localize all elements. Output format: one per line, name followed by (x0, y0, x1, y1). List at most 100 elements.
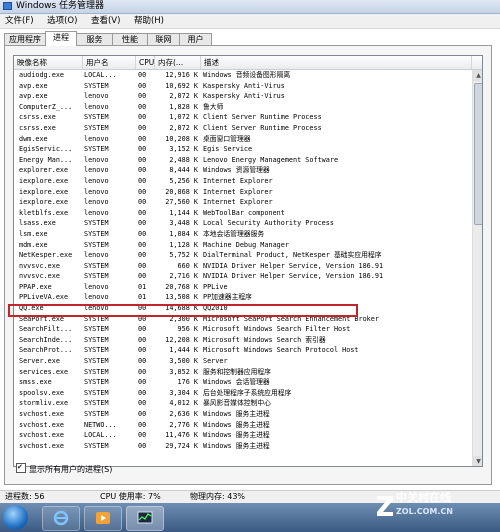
process-row[interactable]: lsm.exe SYSTEM 00 1,084 K 本地会话管理器服务 (14, 229, 472, 240)
process-row[interactable]: kletblfs.exe lenovo 00 1,144 K WebToolBar co… (14, 208, 472, 219)
process-description: Client Server Runtime Process (203, 113, 322, 122)
process-row[interactable]: SeaPort.exe SYSTEM 00 2,300 K Microsoft SeaP… (14, 314, 472, 325)
process-memory: 2,488 K (169, 155, 198, 164)
process-image-name: svchost.exe (19, 420, 65, 429)
column-image-name[interactable]: 映像名称 (14, 56, 83, 69)
tab-applications[interactable]: 应用程序 (4, 33, 46, 45)
process-memory: 12,916 K (165, 71, 198, 79)
process-user-name: SYSTEM (84, 261, 109, 270)
process-description: Microsoft SeaPort Search Enhancement Bro… (203, 314, 379, 323)
process-row[interactable]: EgisServic... SYSTEM 00 3,152 K Egis Service (14, 144, 472, 155)
process-user-name: SYSTEM (84, 357, 109, 366)
process-image-name: svchost.exe (19, 410, 65, 418)
process-row[interactable]: explorer.exe lenovo 00 8,444 K Windows 资源管理器 (14, 165, 472, 176)
process-cpu: 00 (138, 155, 147, 164)
process-cpu: 00 (138, 346, 147, 355)
process-row[interactable]: NetKesper.exe lenovo 00 5,752 K DialTerminal… (14, 250, 472, 261)
process-memory: 20,768 K (165, 282, 198, 291)
vertical-scrollbar[interactable]: ▲ ▼ (472, 70, 482, 466)
taskbar-media-button[interactable] (84, 506, 122, 531)
process-image-name: kletblfs.exe (19, 208, 69, 217)
process-description: Windows 服务主进程 (203, 441, 270, 450)
taskbar-task-manager-button[interactable] (126, 506, 164, 531)
process-image-name: svchost.exe (19, 431, 65, 440)
scroll-down-icon[interactable]: ▼ (473, 456, 482, 466)
process-user-name: SYSTEM (84, 229, 109, 238)
process-row[interactable]: lsass.exe SYSTEM 00 3,448 K Local Security A… (14, 218, 472, 229)
watermark-line1: 中关村在线 (396, 491, 451, 504)
menu-help[interactable]: 帮助(H) (134, 14, 164, 28)
process-row[interactable]: Energy Man... lenovo 00 2,488 K Lenovo Energ… (14, 155, 472, 166)
process-row[interactable]: stormliv.exe SYSTEM 00 4,012 K 暴风影音媒体控制中心 (14, 398, 472, 409)
process-memory: 5,752 K (169, 251, 198, 260)
process-row[interactable]: iexplore.exe lenovo 00 20,868 K Internet Exp… (14, 187, 472, 198)
process-row[interactable]: svchost.exe LOCAL... 00 11,476 K Windows 服务主… (14, 430, 472, 441)
process-description: Kaspersky Anti-Virus (203, 92, 285, 101)
tab-processes[interactable]: 进程 (45, 31, 77, 46)
process-image-name: QQ.exe (19, 304, 44, 313)
process-row[interactable]: PPLiveVA.exe lenovo 01 13,508 K PP加速器主程序 (14, 292, 472, 303)
process-row[interactable]: audiodg.exe LOCAL... 00 12,916 K Windows 音频设… (14, 70, 472, 81)
task-manager-icon (3, 2, 12, 10)
tab-performance[interactable]: 性能 (112, 33, 148, 45)
process-row[interactable]: dwm.exe lenovo 00 10,208 K 桌面窗口管理器 (14, 134, 472, 145)
process-row[interactable]: SearchProt... SYSTEM 00 1,444 K Microsoft Wi… (14, 345, 472, 356)
process-row[interactable]: iexplore.exe lenovo 00 5,256 K Internet Expl… (14, 176, 472, 187)
process-memory: 956 K (177, 325, 198, 334)
process-row[interactable]: SearchFilt... SYSTEM 00 956 K Microsoft Wind… (14, 324, 472, 335)
process-row[interactable]: iexplore.exe lenovo 00 27,560 K Internet Exp… (14, 197, 472, 208)
process-cpu: 00 (138, 357, 147, 366)
scroll-thumb[interactable] (474, 83, 482, 225)
process-image-name: csrss.exe (19, 123, 56, 132)
column-cpu[interactable]: CPU (136, 56, 155, 69)
process-row[interactable]: PPAP.exe lenovo 01 20,768 K PPLive (14, 282, 472, 293)
process-description: Server (203, 357, 228, 366)
process-row[interactable]: spoolsv.exe SYSTEM 00 3,304 K 后台处理程序子系统应用程序 (14, 388, 472, 399)
process-row[interactable]: QQ.exe lenovo 00 14,688 K QQ2010 (14, 303, 472, 314)
menu-file[interactable]: 文件(F) (5, 14, 34, 28)
process-list[interactable]: 映像名称 用户名 CPU 内存(... 描述 audiodg.exe LOCAL.… (13, 55, 483, 467)
process-row[interactable]: svchost.exe SYSTEM 00 29,724 K Windows 服务主进程 (14, 441, 472, 452)
process-row[interactable]: smss.exe SYSTEM 00 176 K Windows 会话管理器 (14, 377, 472, 388)
process-row[interactable]: SearchInde... SYSTEM 00 12,208 K Microsoft W… (14, 335, 472, 346)
list-header: 映像名称 用户名 CPU 内存(... 描述 (14, 56, 482, 70)
process-description: Microsoft Windows Search 索引器 (203, 335, 326, 344)
scroll-up-icon[interactable]: ▲ (473, 70, 482, 81)
column-memory[interactable]: 内存(... (155, 56, 201, 69)
process-row[interactable]: nvvsvc.exe SYSTEM 00 660 K NVIDIA Driver Hel… (14, 261, 472, 272)
menu-view[interactable]: 查看(V) (91, 14, 120, 28)
process-row[interactable]: mdm.exe SYSTEM 00 1,128 K Machine Debug Mana… (14, 240, 472, 251)
process-row[interactable]: nvvsvc.exe SYSTEM 00 2,716 K NVIDIA Driver H… (14, 271, 472, 282)
process-image-name: services.exe (19, 367, 69, 376)
process-cpu: 00 (138, 166, 147, 175)
process-row[interactable]: Server.exe SYSTEM 00 3,500 K Server (14, 356, 472, 367)
menu-options[interactable]: 选项(O) (47, 14, 77, 28)
show-all-processes[interactable]: 显示所有用户的进程(S) (16, 462, 113, 475)
process-image-name: lsm.exe (19, 229, 48, 238)
process-row[interactable]: avp.exe SYSTEM 00 10,692 K Kaspersky Anti-Vi… (14, 81, 472, 92)
process-memory: 11,476 K (165, 431, 198, 440)
process-cpu: 00 (138, 81, 147, 90)
process-description: Windows 会话管理器 (203, 378, 270, 387)
media-player-icon (96, 512, 110, 524)
tab-users[interactable]: 用户 (179, 33, 212, 45)
taskbar-ie-button[interactable] (42, 506, 80, 531)
show-all-checkbox[interactable] (16, 462, 26, 473)
process-image-name: Server.exe (19, 357, 60, 366)
tab-networking[interactable]: 联网 (147, 33, 180, 45)
process-row[interactable]: ComputerZ_... lenovo 00 1,828 K 鲁大师 (14, 102, 472, 113)
process-row[interactable]: svchost.exe NETWO... 00 2,776 K Windows 服务主进… (14, 420, 472, 431)
process-row[interactable]: svchost.exe SYSTEM 00 2,636 K Windows 服务主进程 (14, 409, 472, 420)
start-button-icon[interactable] (3, 505, 28, 530)
process-user-name: lenovo (84, 198, 109, 207)
process-row[interactable]: services.exe SYSTEM 00 3,852 K 服务和控制器应用程序 (14, 367, 472, 378)
column-user-name[interactable]: 用户名 (83, 56, 136, 69)
process-row[interactable]: csrss.exe SYSTEM 00 1,072 K Client Server Ru… (14, 112, 472, 123)
process-memory: 3,304 K (169, 388, 198, 397)
tab-services[interactable]: 服务 (76, 33, 113, 45)
column-description[interactable]: 描述 (201, 56, 472, 69)
process-row[interactable]: avp.exe lenovo 00 2,072 K Kaspersky Anti-Vir… (14, 91, 472, 102)
process-memory: 13,508 K (165, 293, 198, 302)
process-row[interactable]: csrss.exe SYSTEM 00 2,072 K Client Server Ru… (14, 123, 472, 134)
show-all-label: 显示所有用户的进程(S) (29, 465, 113, 474)
